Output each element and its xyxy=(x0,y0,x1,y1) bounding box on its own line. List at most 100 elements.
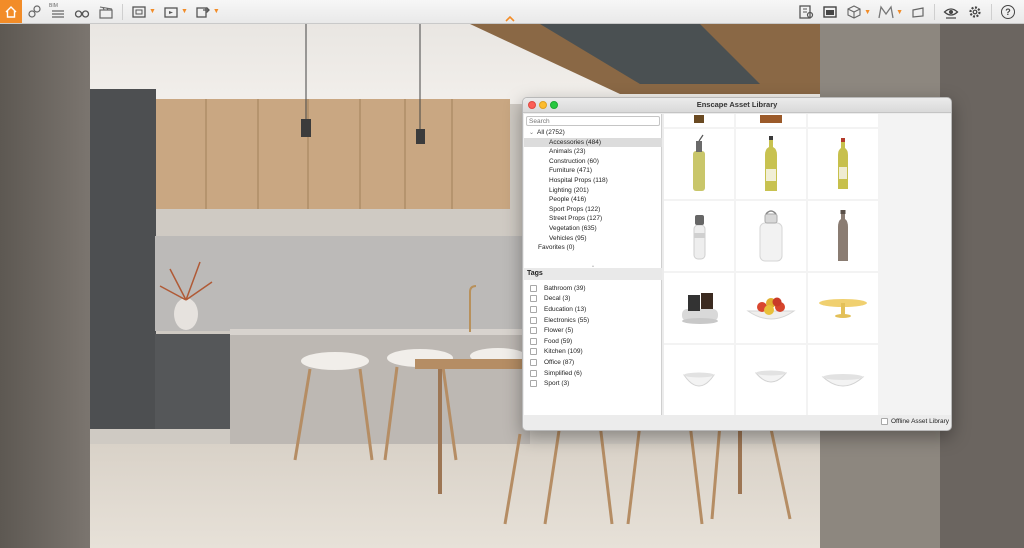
tag-label: Office (87) xyxy=(544,358,575,366)
asset-tile-white-bowl[interactable] xyxy=(664,345,734,415)
tree-item-lighting[interactable]: Lighting (201) xyxy=(524,186,662,196)
tag-label: Sport (3) xyxy=(544,380,570,388)
tree-item-sport-props[interactable]: Sport Props (122) xyxy=(524,205,662,215)
tree-item-animals[interactable]: Animals (23) xyxy=(524,147,662,157)
cube-icon[interactable] xyxy=(845,2,863,22)
search-input[interactable] xyxy=(526,116,660,126)
settings-gear-icon[interactable] xyxy=(966,2,984,22)
asset-tile-white-sport-bottle[interactable] xyxy=(664,201,734,271)
tag-item-bathroom[interactable]: Bathroom (39) xyxy=(524,283,662,294)
bim-icon[interactable]: BIM xyxy=(49,2,67,22)
asset-tile-utensil-holder-tray[interactable] xyxy=(664,273,734,343)
tag-item-food[interactable]: Food (59) xyxy=(524,336,662,347)
tree-item-label: Lighting (201) xyxy=(549,186,589,194)
asset-library-window: Enscape Asset Library ⌄All (2752) Access… xyxy=(522,97,952,431)
gps-pin-icon[interactable] xyxy=(25,2,43,22)
window-title: Enscape Asset Library xyxy=(696,100,778,109)
asset-tile-oil-bottle-with-pourer[interactable] xyxy=(664,129,734,199)
video-icon[interactable] xyxy=(162,2,180,22)
toolbar-separator xyxy=(934,4,935,20)
asset-library-icon[interactable] xyxy=(797,2,815,22)
tree-item-all[interactable]: ⌄ All (2752) xyxy=(524,128,662,138)
tree-item-construction[interactable]: Construction (60) xyxy=(524,157,662,167)
tags-list: Bathroom (39) Decal (3) Education (13) E… xyxy=(524,283,662,389)
offline-asset-library-toggle[interactable]: Offline Asset Library xyxy=(880,418,949,425)
tag-checkbox[interactable] xyxy=(530,316,537,324)
tag-checkbox[interactable] xyxy=(530,337,537,345)
tag-item-flower[interactable]: Flower (5) xyxy=(524,325,662,336)
tag-item-education[interactable]: Education (13) xyxy=(524,304,662,315)
category-panel: ⌄All (2752) Accessories (484) Animals (2… xyxy=(524,114,662,416)
offline-label: Offline Asset Library xyxy=(890,418,949,425)
tag-checkbox[interactable] xyxy=(530,295,537,303)
asset-tile-olive-oil-bottle-small[interactable] xyxy=(808,129,878,199)
asset-tile-olive-oil-bottle[interactable] xyxy=(736,129,806,199)
tag-item-simplified[interactable]: Simplified (6) xyxy=(524,368,662,379)
offline-checkbox[interactable] xyxy=(880,418,888,425)
binoculars-icon[interactable] xyxy=(73,2,91,22)
render-window-icon[interactable] xyxy=(821,2,839,22)
clapperboard-icon[interactable] xyxy=(97,2,115,22)
chevron-down-icon[interactable]: ▼ xyxy=(864,9,871,16)
tree-item-hospital-props[interactable]: Hospital Props (118) xyxy=(524,176,662,186)
tag-label: Flower (5) xyxy=(544,327,574,335)
tag-checkbox[interactable] xyxy=(530,369,537,377)
tree-item-accessories[interactable]: Accessories (484) xyxy=(524,137,662,148)
tree-item-label: Sport Props (122) xyxy=(549,205,601,213)
bim-label: BIM xyxy=(49,2,58,9)
top-toolbar: BIM ▼ ▼ ▼ ▼ ▼ ? xyxy=(0,0,1024,24)
visual-settings-icon[interactable] xyxy=(942,2,960,22)
tag-item-kitchen[interactable]: Kitchen (109) xyxy=(524,347,662,358)
chevron-down-icon[interactable]: ▼ xyxy=(181,8,188,15)
upload-icon[interactable] xyxy=(909,2,927,22)
tree-item-label: Vehicles (95) xyxy=(549,234,587,242)
tree-item-furniture[interactable]: Furniture (471) xyxy=(524,166,662,176)
tree-item-vegetation[interactable]: Vegetation (635) xyxy=(524,224,662,234)
toolbar-separator xyxy=(991,4,992,20)
tag-checkbox[interactable] xyxy=(530,305,537,313)
asset-tile-partial-2[interactable] xyxy=(736,114,806,127)
help-icon[interactable]: ? xyxy=(999,2,1017,22)
tree-item-label: Animals (23) xyxy=(549,148,586,156)
asset-tile-cake-stand[interactable] xyxy=(808,273,878,343)
tag-item-electronics[interactable]: Electronics (55) xyxy=(524,315,662,326)
tree-item-label: Furniture (471) xyxy=(549,167,592,175)
tree-item-street-props[interactable]: Street Props (127) xyxy=(524,214,662,224)
tag-label: Electronics (55) xyxy=(544,316,590,324)
asset-tile-partial-3[interactable] xyxy=(808,114,878,127)
material-editor-icon[interactable] xyxy=(877,2,895,22)
tree-item-label: Accessories (484) xyxy=(549,138,602,146)
tag-item-office[interactable]: Office (87) xyxy=(524,357,662,368)
tag-item-decal[interactable]: Decal (3) xyxy=(524,294,662,305)
window-titlebar[interactable]: Enscape Asset Library xyxy=(523,98,951,113)
chevron-down-icon[interactable]: ▼ xyxy=(896,9,903,16)
asset-tile-plastic-water-jug[interactable] xyxy=(736,201,806,271)
tree-item-vehicles[interactable]: Vehicles (95) xyxy=(524,234,662,244)
asset-tile-steel-water-bottle[interactable] xyxy=(808,201,878,271)
help-label: ? xyxy=(1001,5,1015,19)
chevron-down-icon[interactable]: ▼ xyxy=(213,8,220,15)
tag-label: Decal (3) xyxy=(544,295,571,303)
tag-checkbox[interactable] xyxy=(530,380,537,388)
asset-tile-white-bowl-small[interactable] xyxy=(736,345,806,415)
export-icon[interactable] xyxy=(194,2,212,22)
tag-item-sport[interactable]: Sport (3) xyxy=(524,378,662,389)
tag-checkbox[interactable] xyxy=(530,348,537,356)
tree-item-label: Favorites (0) xyxy=(538,244,575,252)
tag-checkbox[interactable] xyxy=(530,327,537,335)
category-tree: ⌄ All (2752) Accessories (484) Animals (2… xyxy=(524,128,662,253)
asset-tile-partial-1[interactable] xyxy=(664,114,734,127)
tag-checkbox[interactable] xyxy=(530,358,537,366)
screenshot-icon[interactable] xyxy=(130,2,148,22)
window-footer: Offline Asset Library xyxy=(523,415,951,430)
asset-tile-white-serving-bowl[interactable] xyxy=(808,345,878,415)
tag-checkbox[interactable] xyxy=(530,284,537,292)
tree-item-label: Vegetation (635) xyxy=(549,224,597,232)
tree-item-people[interactable]: People (416) xyxy=(524,195,662,205)
home-icon[interactable] xyxy=(0,0,22,23)
asset-tile-apple-bowl[interactable] xyxy=(736,273,806,343)
chevron-down-icon[interactable]: ⌄ xyxy=(529,129,537,139)
tree-item-label: Street Props (127) xyxy=(549,215,603,223)
tree-item-favorites[interactable]: Favorites (0) xyxy=(524,243,662,253)
chevron-down-icon[interactable]: ▼ xyxy=(149,8,156,15)
